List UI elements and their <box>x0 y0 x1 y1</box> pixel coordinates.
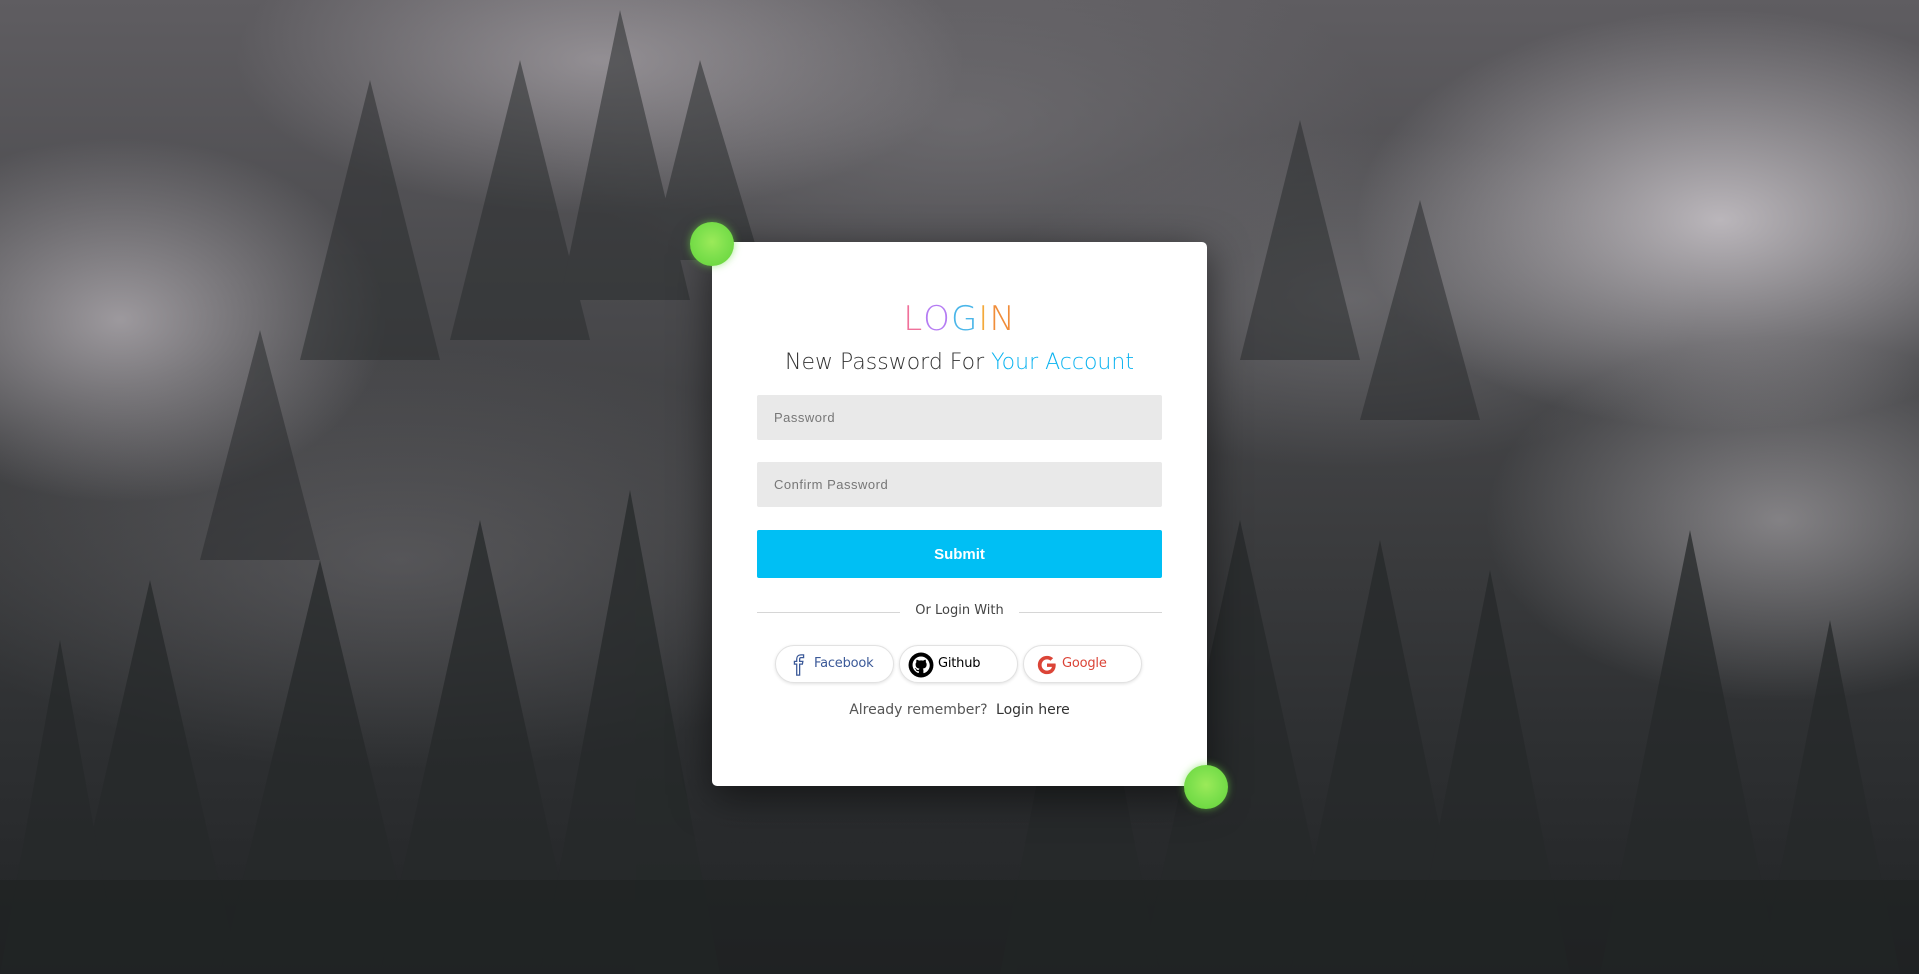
google-login-button[interactable]: Google <box>1023 645 1142 683</box>
logo-letter-l: L <box>903 299 924 339</box>
login-here-link[interactable]: Login here <box>996 702 1070 718</box>
logo-letter-n: N <box>989 299 1016 339</box>
logo-letter-i: I <box>978 299 990 339</box>
facebook-login-button[interactable]: Facebook <box>775 645 894 683</box>
github-login-button[interactable]: Github <box>899 645 1018 683</box>
page-title-accent: Your Account <box>991 350 1134 375</box>
submit-button[interactable]: Submit <box>757 530 1162 578</box>
github-label: Github <box>938 656 981 671</box>
confirm-password-input[interactable] <box>757 462 1162 507</box>
logo-letter-o: O <box>923 299 951 339</box>
facebook-icon <box>793 654 805 676</box>
google-label: Google <box>1062 656 1107 671</box>
or-login-with-divider: Or Login With <box>757 603 1162 623</box>
page-title-prefix: New Password For <box>785 350 985 375</box>
already-remember-prompt: Already remember? <box>849 702 988 718</box>
decorative-glow-dot-bottom-right <box>1184 765 1228 809</box>
decorative-glow-dot-top-left <box>690 222 734 266</box>
facebook-label: Facebook <box>814 656 874 671</box>
divider-label: Or Login With <box>915 603 1004 618</box>
page-title: New Password For Your Account <box>712 350 1207 375</box>
google-icon <box>1037 655 1056 675</box>
password-input[interactable] <box>757 395 1162 440</box>
login-logo: LOGIN <box>712 302 1207 336</box>
reset-password-card: LOGIN New Password For Your Account Subm… <box>712 242 1207 786</box>
logo-letter-g: G <box>950 299 979 339</box>
already-remember-row: Already remember? Login here <box>712 702 1207 718</box>
github-icon <box>908 652 934 678</box>
